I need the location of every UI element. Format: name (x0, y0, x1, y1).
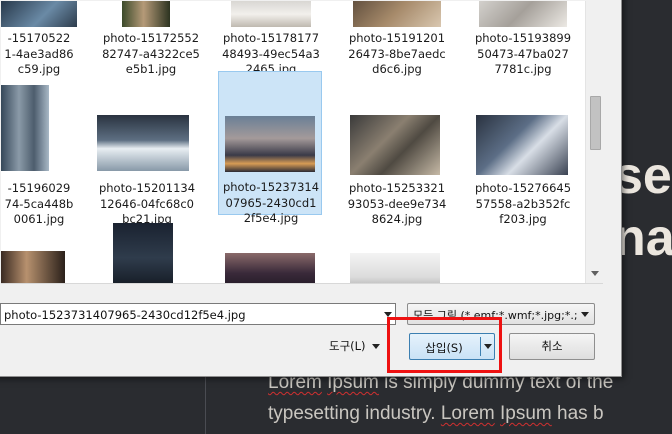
file-name: photo-15201134 12646-04fc68c0 bc21.jpg (98, 181, 196, 226)
file-name: photo-15237314 07965-2430cd1 2f5e4.jpg (222, 180, 320, 225)
scroll-down-icon[interactable] (591, 271, 599, 276)
file-item[interactable]: photo-15172552 82747-a4322ce5 e5b1.jpg (99, 1, 203, 81)
thumbnail-image (231, 1, 311, 27)
file-item[interactable]: -15196029 74-5ca448b 0061.jpg (1, 85, 91, 226)
thumbnail-image (476, 115, 568, 175)
thumbnail-image (1, 251, 65, 283)
thumbnail-image (97, 115, 189, 171)
slide-divider (205, 375, 206, 434)
file-name-field[interactable] (0, 303, 396, 325)
thumbnail-image (225, 116, 315, 172)
chevron-down-icon (371, 344, 380, 349)
file-item-selected[interactable]: photo-15237314 07965-2430cd1 2f5e4.jpg (218, 71, 322, 225)
tools-menu-button[interactable]: 도구(L) (329, 338, 380, 354)
file-item[interactable]: photo-15193899 50473-47ba027 7781c.jpg (471, 1, 575, 81)
thumbnail-image (353, 1, 441, 27)
file-item[interactable]: photo-15276645 57558-a2b352fc f203.jpg (471, 85, 575, 226)
file-item[interactable]: photo-15191201 26473-8be7aedc d6c6.jpg (345, 1, 449, 81)
thumbnail-image (225, 253, 315, 283)
vertical-scrollbar[interactable] (585, 1, 604, 283)
file-name: -15170522 1-4ae3ad86 c59.jpg (4, 31, 74, 76)
file-item[interactable]: photo-15201134 12646-04fc68c0 bc21.jpg (95, 85, 199, 226)
slide-heading-line-2: na (614, 209, 672, 267)
highlight-box (387, 317, 502, 373)
thumbnail-image (1, 85, 49, 171)
thumbnail-image (350, 253, 440, 283)
slide-body-line-2: typesetting industry. Lorem Ipsum has b (268, 403, 604, 424)
file-item[interactable]: photo-15178177 48493-49ec54a3 2465.jpg (219, 1, 323, 81)
cancel-button[interactable]: 취소 (509, 333, 595, 360)
file-item[interactable] (1, 237, 91, 283)
slide-heading-line-1: ser (614, 147, 672, 205)
thumbnail-image (479, 1, 567, 27)
file-item[interactable] (219, 249, 323, 283)
file-list-pane[interactable]: -15170522 1-4ae3ad86 c59.jpg photo-1517255… (1, 1, 603, 284)
thumbnail-image (350, 115, 440, 175)
file-name: photo-15276645 57558-a2b352fc f203.jpg (474, 181, 572, 226)
file-name: photo-15191201 26473-8be7aedc d6c6.jpg (348, 31, 446, 76)
file-name: photo-15172552 82747-a4322ce5 e5b1.jpg (102, 31, 200, 76)
thumbnail-image (113, 223, 173, 283)
file-item[interactable] (345, 249, 449, 283)
file-name: -15196029 74-5ca448b 0061.jpg (4, 181, 74, 226)
file-name: photo-15193899 50473-47ba027 7781c.jpg (474, 31, 572, 76)
file-name-input[interactable] (1, 305, 387, 325)
scrollbar-thumb[interactable] (590, 96, 601, 150)
file-item[interactable]: -15170522 1-4ae3ad86 c59.jpg (1, 1, 91, 81)
tools-label: 도구(L) (329, 339, 366, 353)
thumbnail-image (122, 1, 170, 27)
chevron-down-icon (581, 312, 589, 317)
file-name: photo-15253321 93053-dee9e734 8624.jpg (347, 181, 447, 226)
file-item[interactable] (99, 223, 203, 283)
file-item[interactable]: photo-15253321 93053-dee9e734 8624.jpg (345, 85, 449, 226)
thumbnail-image (1, 1, 77, 27)
